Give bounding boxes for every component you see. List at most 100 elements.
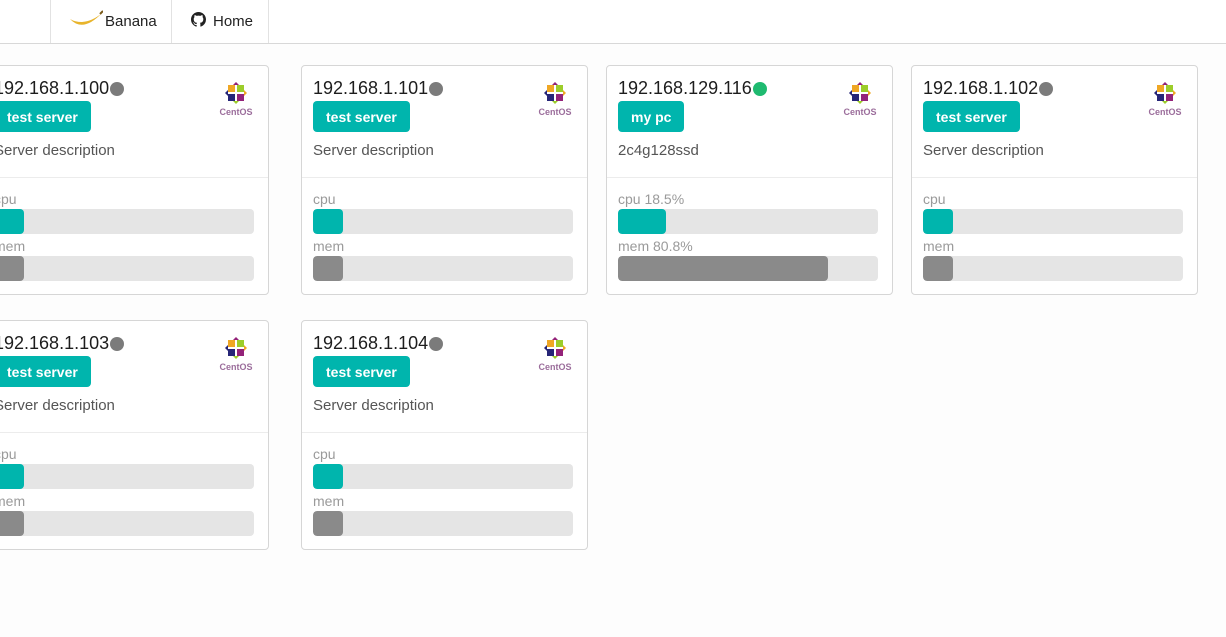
mem-label: mem (0, 238, 26, 254)
mem-bar-fill (313, 256, 343, 281)
mem-label: mem (313, 493, 345, 509)
mem-label: mem (313, 238, 345, 254)
cpu-bar (313, 464, 573, 489)
top-navbar: Banana Home (0, 0, 1226, 44)
card-header: 192.168.1.102 test server Server descrip… (912, 66, 1197, 178)
card-header: 192.168.1.103 test server Server descrip… (0, 321, 268, 433)
os-name: CentOS (843, 107, 877, 117)
status-dot (110, 336, 125, 351)
mem-label: mem (923, 238, 955, 254)
cpu-bar-fill (313, 464, 343, 489)
server-description: 2c4g128ssd (618, 142, 699, 159)
centos-logo: CentOS (219, 337, 253, 372)
mem-bar (618, 256, 878, 281)
cpu-bar-fill (923, 209, 953, 234)
mem-bar (0, 511, 254, 536)
cpu-label: cpu 18.5% (618, 191, 685, 207)
mem-bar-fill (923, 256, 953, 281)
cpu-label: cpu (313, 191, 336, 207)
status-dot (752, 81, 767, 96)
mem-label: mem (0, 493, 26, 509)
cpu-bar (313, 209, 573, 234)
server-description: Server description (313, 397, 434, 414)
centos-logo: CentOS (843, 82, 877, 117)
server-ip: 192.168.1.101 (313, 78, 444, 99)
os-name: CentOS (219, 107, 253, 117)
centos-icon (1154, 82, 1176, 104)
os-name: CentOS (1148, 107, 1182, 117)
centos-icon (544, 337, 566, 359)
server-card[interactable]: 192.168.1.100 test server Server descrip… (0, 65, 269, 295)
os-name: CentOS (219, 362, 253, 372)
server-card[interactable]: 192.168.129.116 my pc 2c4g128ssd CentOS (606, 65, 893, 295)
centos-logo: CentOS (1148, 82, 1182, 117)
nav-brand-link[interactable]: Banana (50, 0, 172, 43)
card-header: 192.168.129.116 my pc 2c4g128ssd CentOS (607, 66, 892, 178)
server-card[interactable]: 192.168.1.104 test server Server descrip… (301, 320, 588, 550)
server-ip-text: 192.168.1.102 (923, 78, 1039, 98)
status-dot (110, 81, 125, 96)
server-tag[interactable]: test server (313, 356, 410, 387)
server-description: Server description (0, 142, 115, 159)
server-ip-text: 192.168.1.100 (0, 78, 110, 98)
nav-home-link[interactable]: Home (171, 0, 269, 43)
server-card[interactable]: 192.168.1.101 test server Server descrip… (301, 65, 588, 295)
centos-icon (849, 82, 871, 104)
cpu-bar (0, 209, 254, 234)
cpu-label: cpu (0, 446, 17, 462)
cpu-bar-fill (0, 464, 24, 489)
card-header: 192.168.1.104 test server Server descrip… (302, 321, 587, 433)
cpu-bar (618, 209, 878, 234)
mem-label: mem 80.8% (618, 238, 693, 254)
status-dot (429, 81, 444, 96)
mem-bar (313, 511, 573, 536)
server-tag[interactable]: my pc (618, 101, 685, 132)
mem-bar-fill (0, 256, 24, 281)
mem-bar-fill (313, 511, 343, 536)
cpu-bar (923, 209, 1183, 234)
mem-bar (313, 256, 573, 281)
centos-icon (225, 82, 247, 104)
server-tag[interactable]: test server (0, 356, 91, 387)
server-tag[interactable]: test server (313, 101, 410, 132)
server-card[interactable]: 192.168.1.102 test server Server descrip… (911, 65, 1198, 295)
server-ip: 192.168.1.104 (313, 333, 444, 354)
server-tag[interactable]: test server (923, 101, 1020, 132)
cpu-bar-fill (618, 209, 667, 234)
centos-logo: CentOS (219, 82, 253, 117)
os-name: CentOS (538, 362, 572, 372)
server-ip-text: 192.168.1.101 (313, 78, 429, 98)
card-header: 192.168.1.100 test server Server descrip… (0, 66, 268, 178)
mem-bar-fill (618, 256, 829, 281)
os-name: CentOS (538, 107, 572, 117)
centos-icon (225, 337, 247, 359)
cpu-bar (0, 464, 254, 489)
centos-icon (544, 82, 566, 104)
cpu-bar-fill (0, 209, 24, 234)
server-ip-text: 192.168.1.103 (0, 333, 110, 353)
server-description: Server description (313, 142, 434, 159)
server-ip: 192.168.1.102 (923, 78, 1054, 99)
mem-bar (923, 256, 1183, 281)
cpu-label: cpu (923, 191, 946, 207)
server-description: Server description (0, 397, 115, 414)
mem-bar (0, 256, 254, 281)
cpu-label: cpu (313, 446, 336, 462)
banana-icon (69, 9, 105, 34)
nav-home-label: Home (213, 13, 254, 30)
centos-logo: CentOS (538, 337, 572, 372)
cpu-bar-fill (313, 209, 343, 234)
status-dot (1039, 81, 1054, 96)
server-description: Server description (923, 142, 1044, 159)
server-card[interactable]: 192.168.1.103 test server Server descrip… (0, 320, 269, 550)
server-ip: 192.168.129.116 (618, 78, 767, 99)
cpu-label: cpu (0, 191, 17, 207)
server-ip-text: 192.168.129.116 (618, 78, 752, 98)
nav-brand-label: Banana (105, 13, 157, 30)
server-ip: 192.168.1.103 (0, 333, 125, 354)
card-header: 192.168.1.101 test server Server descrip… (302, 66, 587, 178)
status-dot (429, 336, 444, 351)
mem-bar-fill (0, 511, 24, 536)
server-tag[interactable]: test server (0, 101, 91, 132)
centos-logo: CentOS (538, 82, 572, 117)
